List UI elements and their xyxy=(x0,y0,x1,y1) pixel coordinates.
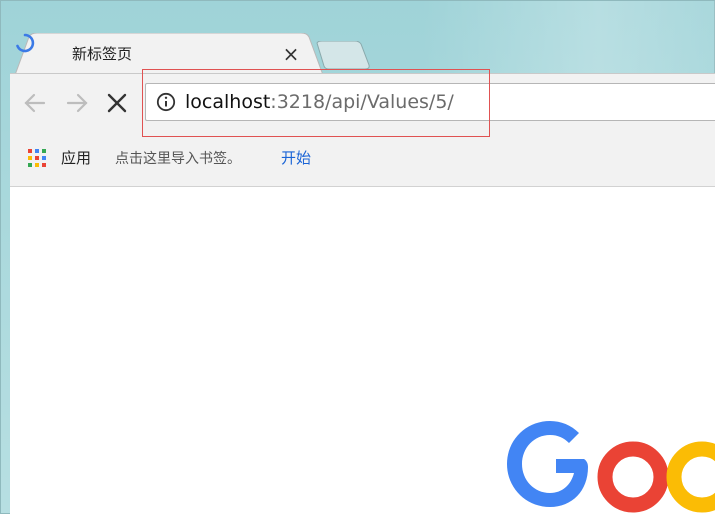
import-bookmarks-hint: 点击这里导入书签。 xyxy=(115,151,241,167)
frame-shade xyxy=(421,1,715,81)
loading-spinner-icon xyxy=(16,33,35,53)
tab-title: 新标签页 xyxy=(72,45,133,63)
back-button[interactable] xyxy=(22,90,48,116)
tab-new-tab[interactable]: 新标签页 × xyxy=(15,33,323,75)
start-import-link[interactable]: 开始 xyxy=(281,148,311,168)
forward-button[interactable] xyxy=(64,90,90,116)
google-logo xyxy=(507,421,715,513)
arrow-right-icon xyxy=(66,93,88,113)
page-content xyxy=(10,187,715,515)
tab-close-button[interactable]: × xyxy=(280,43,302,65)
stop-loading-button[interactable] xyxy=(104,90,130,116)
apps-grid-icon[interactable] xyxy=(27,148,47,168)
browser-toolbar: localhost:3218/api/Values/5/ xyxy=(10,73,715,130)
info-circle-icon[interactable] xyxy=(156,92,176,112)
bookmarks-bar: 应用 点击这里导入书签。 开始 xyxy=(10,129,715,187)
address-bar-url[interactable]: localhost:3218/api/Values/5/ xyxy=(185,90,454,114)
new-tab-button[interactable] xyxy=(315,41,371,71)
url-path: :3218/api/Values/5/ xyxy=(270,91,454,113)
apps-shortcut-label[interactable]: 应用 xyxy=(61,148,91,168)
tab-shape xyxy=(15,33,323,75)
arrow-left-icon xyxy=(24,93,46,113)
url-host: localhost xyxy=(185,91,271,113)
close-icon xyxy=(107,93,127,113)
browser-window-frame: 新标签页 × localhost:3218/api/Values/5/ 应用 点… xyxy=(0,0,715,515)
address-bar[interactable]: localhost:3218/api/Values/5/ xyxy=(145,83,715,121)
